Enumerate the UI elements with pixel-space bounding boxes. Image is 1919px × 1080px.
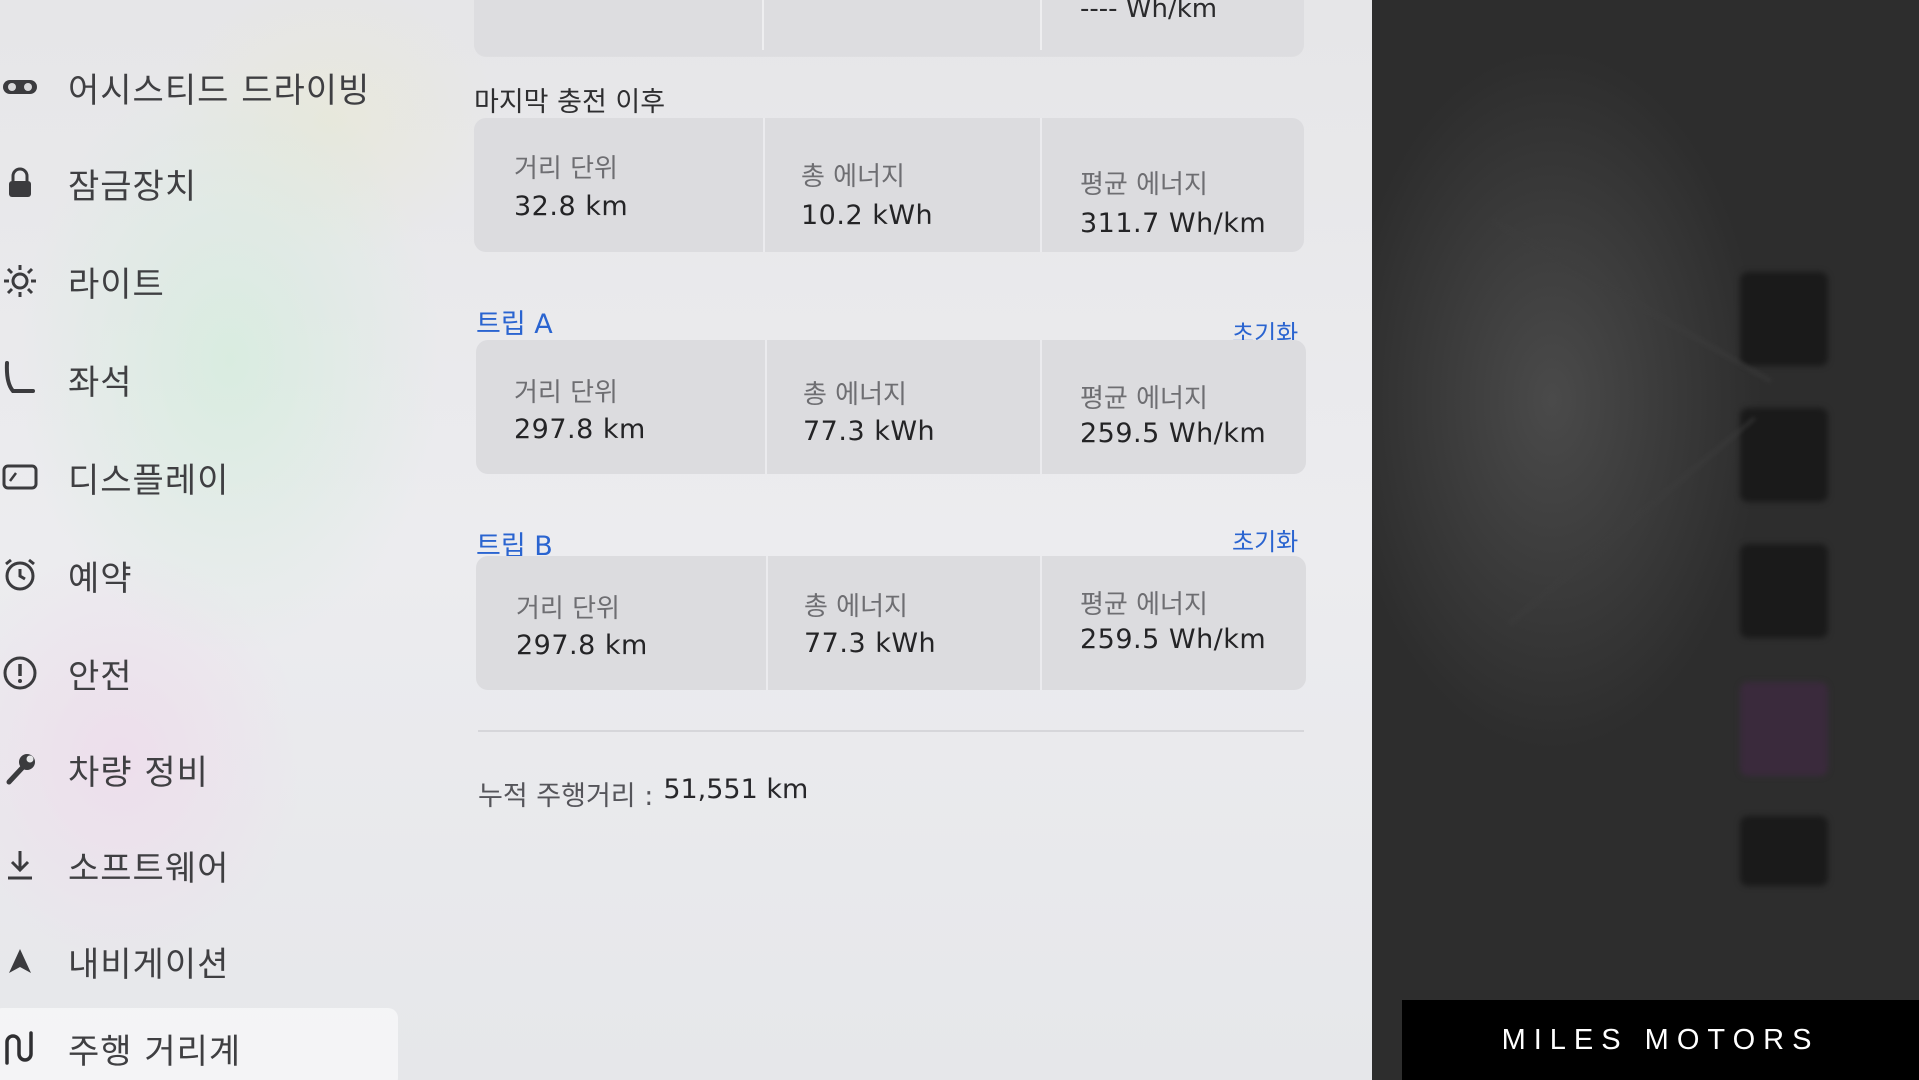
avg-energy-value: 259.5 Wh/km [1080, 624, 1267, 655]
seat-icon [0, 359, 40, 399]
distance-cell: 거리 단위 297.8 km [476, 340, 766, 474]
sidebar-item-seats[interactable]: 좌석 [0, 344, 400, 414]
odometer-value: 51,551 km [663, 774, 809, 805]
energy-cell: 총 에너지 77.3 kWh [768, 556, 1042, 690]
energy-value: 77.3 kWh [804, 628, 937, 659]
sidebar-item-label: 좌석 [68, 362, 133, 403]
blurred-map-line [1492, 220, 1772, 382]
navigation-arrow-icon [0, 941, 40, 981]
sidebar-item-label: 내비게이션 [68, 944, 230, 985]
trip-a-title: 트립 A [476, 309, 553, 340]
light-icon [0, 261, 40, 301]
blurred-map-line [1508, 417, 1756, 625]
energy-label: 총 에너지 [803, 380, 907, 410]
lock-icon [0, 163, 40, 203]
odometer-row: 누적 주행거리 : 51,551 km [478, 774, 808, 813]
energy-label: 총 에너지 [801, 162, 905, 192]
avg-energy-cell: 평균 에너지 311.7 Wh/km [1042, 118, 1304, 252]
blurred-tile [1740, 272, 1828, 366]
section-divider [478, 730, 1304, 732]
download-icon [0, 845, 40, 885]
sidebar-item-assisted-driving[interactable]: 어시스티드 드라이빙 [0, 52, 400, 122]
trip-b-reset-button[interactable]: 초기화 [1232, 522, 1298, 557]
since-last-charge-title: 마지막 충전 이후 [474, 87, 666, 118]
distance-label: 거리 단위 [514, 378, 618, 408]
alarm-clock-icon [0, 555, 40, 595]
sidebar-item-service[interactable]: 차량 정비 [0, 734, 400, 804]
sidebar-item-navigation[interactable]: 내비게이션 [0, 926, 400, 996]
blurred-tile [1740, 544, 1828, 638]
distance-value: 297.8 km [514, 414, 646, 445]
sidebar-item-safety[interactable]: 안전 [0, 638, 400, 708]
trip-a-card: 거리 단위 297.8 km 총 에너지 77.3 kWh 평균 에너지 259… [476, 340, 1306, 474]
card-divider [762, 0, 764, 50]
watermark-banner: MILES MOTORS [1402, 1000, 1919, 1080]
avg-energy-label: 평균 에너지 [1080, 170, 1208, 200]
sidebar-item-label: 소프트웨어 [68, 848, 230, 889]
sidebar-item-lights[interactable]: 라이트 [0, 246, 400, 316]
distance-label: 거리 단위 [514, 154, 618, 184]
energy-cell: 총 에너지 77.3 kWh [767, 340, 1042, 474]
distance-cell: 거리 단위 32.8 km [474, 118, 764, 252]
blurred-tile [1740, 682, 1828, 776]
blurred-tile [1740, 408, 1828, 502]
energy-value: 10.2 kWh [801, 200, 934, 231]
safety-alert-icon [0, 653, 40, 693]
energy-cell: 총 에너지 10.2 kWh [765, 118, 1040, 252]
sidebar-item-label: 디스플레이 [68, 460, 230, 501]
distance-value: 297.8 km [516, 630, 648, 661]
distance-label: 거리 단위 [516, 594, 620, 624]
card-divider [1040, 0, 1042, 50]
watermark-text: MILES MOTORS [1501, 1023, 1820, 1056]
settings-sidebar: 어시스티드 드라이빙 잠금장치 라이트 좌석 디스플레이 예약 안전 차량 정비… [0, 0, 400, 1080]
display-icon [0, 457, 40, 497]
energy-label: 총 에너지 [804, 592, 908, 622]
avg-energy-label: 평균 에너지 [1080, 590, 1208, 620]
sidebar-item-software[interactable]: 소프트웨어 [0, 830, 400, 900]
distance-value: 32.8 km [514, 191, 629, 222]
odometer-label: 누적 주행거리 : [478, 781, 654, 812]
avg-energy-value: 311.7 Wh/km [1080, 208, 1267, 239]
background-blurred-panel [1372, 0, 1919, 1080]
sidebar-item-display[interactable]: 디스플레이 [0, 442, 400, 512]
energy-value: 77.3 kWh [803, 416, 936, 447]
trip-b-card: 거리 단위 297.8 km 총 에너지 77.3 kWh 평균 에너지 259… [476, 556, 1306, 690]
previous-avg-energy-value: ---- Wh/km [1080, 0, 1218, 24]
sidebar-item-schedule[interactable]: 예약 [0, 540, 400, 610]
distance-cell: 거리 단위 297.8 km [476, 556, 766, 690]
since-last-charge-card: 거리 단위 32.8 km 총 에너지 10.2 kWh 평균 에너지 311.… [474, 118, 1304, 252]
sidebar-item-label: 차량 정비 [68, 752, 209, 793]
sidebar-item-label: 안전 [68, 656, 133, 697]
sidebar-item-trips[interactable]: 주행 거리계 [0, 1008, 398, 1080]
sidebar-item-locks[interactable]: 잠금장치 [0, 148, 400, 218]
avg-energy-cell: 평균 에너지 259.5 Wh/km [1042, 556, 1306, 690]
steering-assist-icon [0, 67, 40, 107]
sidebar-item-label: 주행 거리계 [68, 1031, 242, 1072]
sidebar-item-label: 잠금장치 [68, 166, 198, 207]
settings-screen: 어시스티드 드라이빙 잠금장치 라이트 좌석 디스플레이 예약 안전 차량 정비… [0, 0, 1372, 1080]
trip-path-icon [0, 1028, 40, 1068]
sidebar-item-label: 어시스티드 드라이빙 [68, 70, 371, 111]
wrench-icon [0, 749, 40, 789]
sidebar-item-label: 라이트 [68, 264, 165, 305]
avg-energy-label: 평균 에너지 [1080, 384, 1208, 414]
avg-energy-cell: 평균 에너지 259.5 Wh/km [1042, 340, 1306, 474]
sidebar-item-label: 예약 [68, 558, 133, 599]
avg-energy-value: 259.5 Wh/km [1080, 418, 1267, 449]
blurred-tile [1740, 816, 1828, 886]
